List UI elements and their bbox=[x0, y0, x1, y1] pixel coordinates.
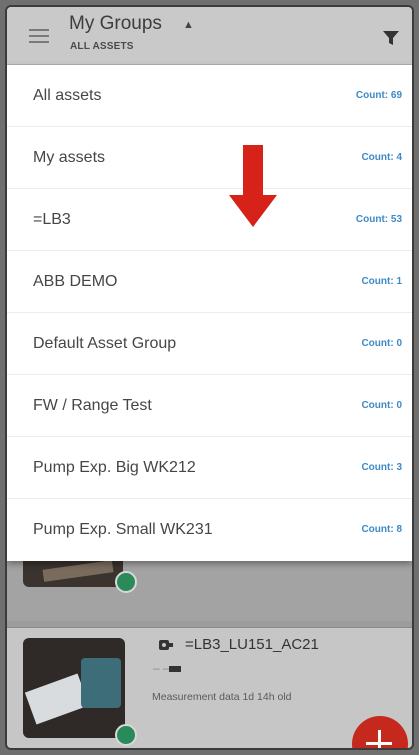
group-count: Count: 0 bbox=[361, 338, 402, 349]
group-label: My assets bbox=[33, 149, 106, 166]
group-item-fw-range-test[interactable]: FW / Range Test Count: 0 bbox=[7, 375, 412, 437]
filter-icon[interactable] bbox=[382, 29, 400, 47]
group-item-default-asset-group[interactable]: Default Asset Group Count: 0 bbox=[7, 313, 412, 375]
caret-up-icon[interactable]: ▲ bbox=[183, 19, 194, 31]
asset-thumbnail bbox=[23, 561, 123, 587]
group-count: Count: 53 bbox=[355, 214, 402, 225]
hamburger-icon[interactable] bbox=[29, 29, 49, 43]
asset-card[interactable]: =LB3_LU151_AC21 – – Measurement data 1d … bbox=[7, 627, 412, 748]
group-label: =LB3 bbox=[33, 211, 71, 228]
measurement-age: Measurement data 1d 14h old bbox=[152, 691, 292, 703]
status-check-icon bbox=[115, 724, 137, 746]
status-check-icon bbox=[115, 571, 137, 593]
group-label: Pump Exp. Small WK231 bbox=[33, 521, 213, 538]
group-dropdown: All assets Count: 69 My assets Count: 4 … bbox=[7, 65, 412, 561]
group-label: All assets bbox=[33, 87, 102, 104]
group-subtitle: ALL ASSETS bbox=[70, 41, 134, 52]
page-title[interactable]: My Groups bbox=[69, 13, 162, 35]
group-count: Count: 3 bbox=[361, 462, 402, 473]
group-count: Count: 8 bbox=[361, 524, 402, 535]
group-item-pump-exp-small[interactable]: Pump Exp. Small WK231 Count: 8 bbox=[7, 499, 412, 561]
add-button[interactable] bbox=[352, 716, 408, 748]
asset-thumbnail bbox=[23, 638, 125, 738]
asset-name: =LB3_LU151_AC21 bbox=[185, 636, 319, 653]
group-label: ABB DEMO bbox=[33, 273, 118, 290]
group-item-lb3[interactable]: =LB3 Count: 53 bbox=[7, 189, 412, 251]
battery-icon bbox=[169, 666, 181, 672]
group-label: Pump Exp. Big WK212 bbox=[33, 459, 196, 476]
group-label: FW / Range Test bbox=[33, 397, 152, 414]
group-item-abb-demo[interactable]: ABB DEMO Count: 1 bbox=[7, 251, 412, 313]
group-count: Count: 69 bbox=[355, 90, 402, 101]
annotation-arrow-down-icon bbox=[229, 145, 277, 227]
group-item-all-assets[interactable]: All assets Count: 69 bbox=[7, 65, 412, 127]
connection-status: – – bbox=[153, 661, 170, 675]
asset-card-partial[interactable] bbox=[7, 561, 412, 621]
group-item-my-assets[interactable]: My assets Count: 4 bbox=[7, 127, 412, 189]
group-count: Count: 1 bbox=[361, 276, 402, 287]
phone-screen: My Groups ▲ ALL ASSETS All assets Count:… bbox=[5, 5, 414, 750]
group-count: Count: 0 bbox=[361, 400, 402, 411]
app-header: My Groups ▲ ALL ASSETS bbox=[7, 7, 412, 65]
motor-icon bbox=[159, 640, 173, 650]
group-label: Default Asset Group bbox=[33, 335, 177, 352]
group-item-pump-exp-big[interactable]: Pump Exp. Big WK212 Count: 3 bbox=[7, 437, 412, 499]
group-count: Count: 4 bbox=[361, 152, 402, 163]
